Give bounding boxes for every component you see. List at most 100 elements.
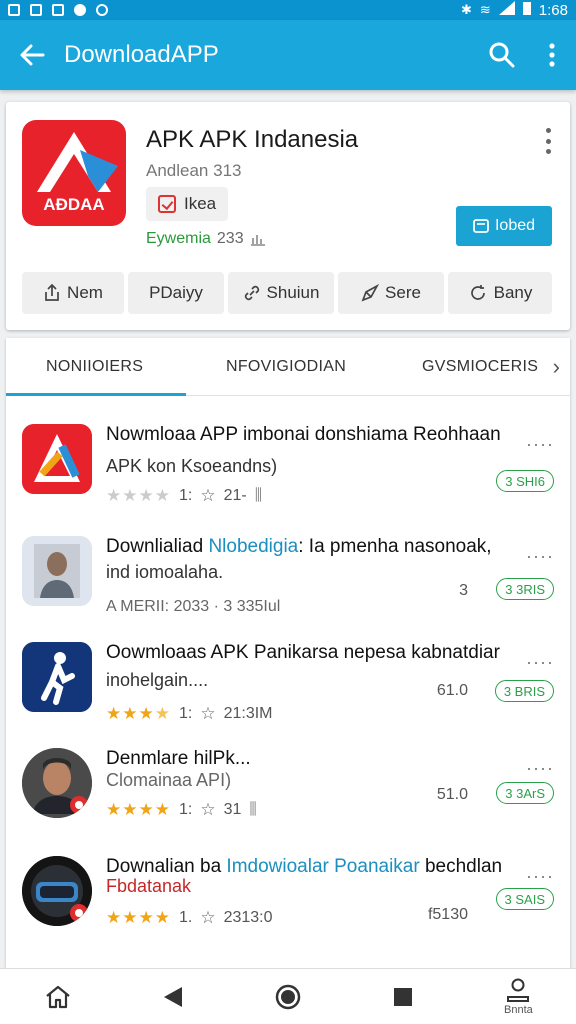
- home-icon: [45, 985, 70, 1008]
- search-icon: [489, 42, 515, 68]
- checkbox-icon: [158, 195, 176, 213]
- signal-icon: [498, 1, 515, 19]
- app-bar: DownloadAPP: [0, 20, 576, 90]
- item-title: Downlialiad Nlobedigia: Ia pmenha nasono…: [106, 534, 526, 560]
- nav-home[interactable]: [0, 969, 115, 1024]
- action-link[interactable]: Shuiun: [228, 272, 334, 314]
- star-outline-icon: ☆: [200, 486, 216, 505]
- item-rating: ★★★★ 1: ☆ 21- ⫼: [106, 486, 262, 506]
- search-button[interactable]: [476, 20, 528, 90]
- item-more-button[interactable]: ····: [526, 546, 554, 567]
- action-label: Sere: [385, 283, 421, 302]
- back-button[interactable]: [0, 20, 64, 90]
- more-vertical-icon: [549, 43, 555, 67]
- item-more-button[interactable]: ····: [526, 434, 554, 455]
- title-text: Downlialiad: [106, 536, 209, 557]
- item-badge[interactable]: 3 3RIS: [496, 578, 554, 600]
- info-notification-icon: [74, 4, 86, 16]
- meta-green-label: Eywemia: [146, 230, 211, 247]
- app-name: APK APK Indanesia: [146, 126, 359, 153]
- status-system: ✱ ≋ 1:68: [461, 1, 568, 19]
- item-more-button[interactable]: ····: [526, 866, 554, 887]
- rating-text: A MERII: 2033 · 3 335Iul: [106, 598, 281, 615]
- nav-home-circle[interactable]: [230, 969, 345, 1024]
- star-rating-icon: ★★★★: [106, 908, 171, 927]
- app-notification-icon: [52, 4, 64, 16]
- star-outline-icon: ☆: [200, 704, 216, 723]
- app-category-chip[interactable]: Ikea: [146, 187, 229, 221]
- item-badge[interactable]: 3 BRIS: [494, 680, 554, 702]
- action-send[interactable]: Sere: [338, 272, 444, 314]
- tab-bar: NONIIOIЕRS NFOVIGIODIAN GVSMIOCERIS ›: [6, 338, 570, 396]
- item-meta: 21-: [223, 487, 247, 504]
- home-circle-icon: [275, 984, 301, 1009]
- overflow-menu-button[interactable]: [528, 20, 576, 90]
- chip-label: Ikea: [184, 194, 217, 213]
- action-share[interactable]: Nem: [22, 272, 124, 314]
- star-rating-icon: ★★★★: [106, 800, 171, 819]
- chart-icon: ⫼: [254, 487, 263, 504]
- item-rating: ★★★★ 1: ☆ 21:3IM: [106, 704, 273, 724]
- recents-square-icon: [394, 987, 413, 1006]
- app-logo: AƉDAA: [22, 120, 126, 226]
- item-meta: 2313:0: [223, 909, 273, 926]
- tab-second[interactable]: NFOVIGIODIAN: [226, 338, 346, 396]
- title-text: Oowmloaas APK Panikarsa nepesa kabnatdia…: [106, 642, 500, 663]
- item-more-button[interactable]: ····: [526, 652, 554, 673]
- nav-recents[interactable]: [346, 969, 461, 1024]
- share-icon: [45, 284, 59, 301]
- action-label: Shuiun: [266, 283, 320, 302]
- tab-first[interactable]: NONIIOIЕRS: [46, 338, 143, 396]
- avatar: [22, 856, 92, 926]
- list-item[interactable]: Nowmloaa APP imbonai donshiama Reohhaan …: [6, 414, 570, 522]
- tab-third[interactable]: GVSMIOCERIS: [422, 338, 538, 396]
- rating-text: 1:: [178, 487, 193, 504]
- item-subtitle: Clomainaa API): [106, 770, 232, 790]
- item-badge[interactable]: 3 3ArS: [496, 782, 554, 804]
- send-icon: [361, 284, 380, 302]
- app-icon: [22, 536, 92, 606]
- list-item[interactable]: Denmlare hilPk... Clomainaa API) ★★★★ 1:…: [6, 738, 570, 846]
- card-more-button[interactable]: [540, 128, 556, 154]
- star-rating-icon: ★★★★: [106, 486, 171, 505]
- app-detail-card: AƉDAA APK APK Indanesia Andlean 313 Ikea…: [6, 102, 570, 330]
- gallery-notification-icon: [30, 4, 42, 16]
- title-text: : Ia pmenha nasonoak,: [298, 536, 492, 557]
- image-notification-icon: [8, 4, 20, 16]
- bluetooth-icon: ✱: [460, 2, 472, 17]
- action-label: PDaiyy: [149, 283, 203, 302]
- star-rating-icon: ★★★★: [106, 704, 171, 723]
- profile-icon: [507, 978, 530, 1002]
- item-size: f5130: [427, 906, 468, 923]
- status-bar: ✱ ≋ 1:68: [0, 0, 576, 20]
- list-item[interactable]: Downlialiad Nlobedigia: Ia pmenha nasono…: [6, 526, 570, 634]
- action-refresh[interactable]: Bany: [448, 272, 552, 314]
- app-meta: Eywemia 233: [146, 230, 266, 248]
- action-privacy[interactable]: PDaiyy: [128, 272, 224, 314]
- item-subtitle: inohelgain....: [106, 670, 209, 690]
- install-button[interactable]: Iobed: [456, 206, 552, 246]
- app-icon: [22, 642, 92, 712]
- logo-text: AƉDAA: [43, 195, 104, 214]
- battery-icon: [522, 1, 531, 19]
- wifi-icon: ≋: [479, 2, 491, 17]
- item-badge[interactable]: 3 SHI6: [496, 470, 554, 492]
- title-text: Nowmloaa APP imbonai donshiama Reohhaan: [106, 424, 501, 445]
- nav-back[interactable]: [115, 969, 230, 1024]
- nav-profile[interactable]: Bnnta: [461, 969, 576, 1024]
- item-more-button[interactable]: ····: [526, 758, 554, 779]
- meta-count: 233: [216, 230, 244, 247]
- chevron-right-icon[interactable]: ›: [553, 354, 560, 380]
- link-icon: [244, 285, 259, 301]
- item-subtitle: APK kon Ksoeandns): [106, 456, 278, 476]
- rating-text: 1:: [178, 801, 193, 818]
- chart-icon: ⫼: [249, 801, 257, 818]
- star-outline-icon: ☆: [200, 908, 216, 927]
- back-triangle-icon: [163, 986, 182, 1007]
- list-item[interactable]: Oowmloaas APK Panikarsa nepesa kabnatdia…: [6, 632, 570, 740]
- item-size: 3: [459, 582, 468, 599]
- title-highlight: Nlobedigia: [208, 536, 299, 557]
- item-badge[interactable]: 3 SAIS: [495, 888, 554, 910]
- list-item[interactable]: Downalian ba Imdowioalar Poanaikar bechd…: [6, 846, 570, 954]
- item-title: Oowmloaas APK Panikarsa nepesa kabnatdia…: [106, 640, 526, 666]
